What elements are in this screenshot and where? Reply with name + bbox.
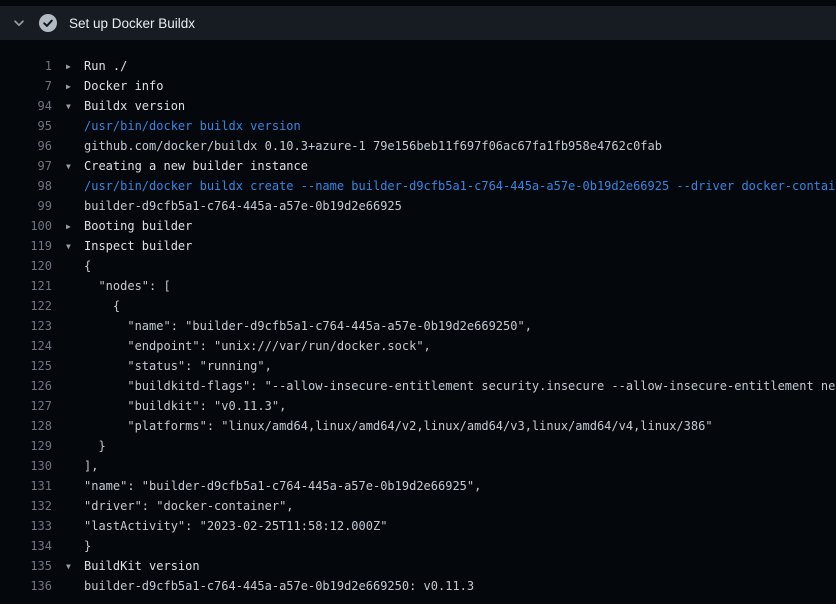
log-output-line: 134 } [0,536,836,556]
log-group-row-collapsed[interactable]: 7 ▶Docker info [0,76,836,96]
group-expanded-icon: ▼ [66,97,84,116]
line-number[interactable]: 128 [0,416,52,436]
line-text: "name": "builder-d9cfb5a1-c764-445a-a57e… [84,319,532,333]
line-text: { [84,299,120,313]
log-output-line: 126 "buildkitd-flags": "--allow-insecure… [0,376,836,396]
log-output-line: 133 "lastActivity": "2023-02-25T11:58:12… [0,516,836,536]
line-number[interactable]: 97 [0,156,52,176]
log-output-line: 128 "platforms": "linux/amd64,linux/amd6… [0,416,836,436]
check-circle-icon [39,14,57,32]
log-group-row-expanded[interactable]: 119 ▼Inspect builder [0,236,836,256]
log-viewer: 1 ▶Run ./ 7 ▶Docker info 94 ▼Buildx vers… [0,56,836,596]
line-number[interactable]: 133 [0,516,52,536]
log-output-line: 127 "buildkit": "v0.11.3", [0,396,836,416]
line-text: builder-d9cfb5a1-c764-445a-a57e-0b19d2e6… [84,579,474,593]
line-number[interactable]: 123 [0,316,52,336]
line-text: Run ./ [84,59,127,73]
log-output-line: 99 builder-d9cfb5a1-c764-445a-a57e-0b19d… [0,196,836,216]
log-output-line: 132 "driver": "docker-container", [0,496,836,516]
group-collapsed-icon: ▶ [66,57,84,76]
log-output-line: 125 "status": "running", [0,356,836,376]
line-number[interactable]: 96 [0,136,52,156]
line-number[interactable]: 94 [0,96,52,116]
group-expanded-icon: ▼ [66,157,84,176]
log-output-line: 96 github.com/docker/buildx 0.10.3+azure… [0,136,836,156]
log-group-row-expanded[interactable]: 135 ▼BuildKit version [0,556,836,576]
line-text: /usr/bin/docker buildx version [84,119,301,133]
log-group-row-collapsed[interactable]: 100 ▶Booting builder [0,216,836,236]
log-command-line: 98 /usr/bin/docker buildx create --name … [0,176,836,196]
line-text: } [84,539,91,553]
group-collapsed-icon: ▶ [66,217,84,236]
line-text: ], [84,459,98,473]
line-number[interactable]: 121 [0,276,52,296]
line-text: Booting builder [84,219,192,233]
log-group-row-collapsed[interactable]: 1 ▶Run ./ [0,56,836,76]
line-text: Creating a new builder instance [84,159,308,173]
line-text: BuildKit version [84,559,200,573]
line-text: "lastActivity": "2023-02-25T11:58:12.000… [84,519,387,533]
log-group-row-expanded[interactable]: 97 ▼Creating a new builder instance [0,156,836,176]
line-number[interactable]: 127 [0,396,52,416]
step-header[interactable]: Set up Docker Buildx [0,6,836,40]
chevron-down-icon[interactable] [12,16,26,30]
group-expanded-icon: ▼ [66,557,84,576]
log-group-row-expanded[interactable]: 94 ▼Buildx version [0,96,836,116]
log-output-line: 120 { [0,256,836,276]
group-expanded-icon: ▼ [66,237,84,256]
line-number[interactable]: 95 [0,116,52,136]
line-number[interactable]: 125 [0,356,52,376]
line-text: } [84,439,106,453]
line-text: "nodes": [ [84,279,171,293]
line-text: "buildkit": "v0.11.3", [84,399,286,413]
log-output-line: 129 } [0,436,836,456]
line-number[interactable]: 131 [0,476,52,496]
line-text: "driver": "docker-container", [84,499,294,513]
log-output-line: 122 { [0,296,836,316]
line-number[interactable]: 129 [0,436,52,456]
line-text: Docker info [84,79,163,93]
log-output-line: 131 "name": "builder-d9cfb5a1-c764-445a-… [0,476,836,496]
line-number[interactable]: 132 [0,496,52,516]
line-number[interactable]: 1 [0,56,52,76]
line-number[interactable]: 120 [0,256,52,276]
log-output-line: 121 "nodes": [ [0,276,836,296]
line-text: "status": "running", [84,359,272,373]
line-number[interactable]: 136 [0,576,52,596]
log-output-line: 123 "name": "builder-d9cfb5a1-c764-445a-… [0,316,836,336]
line-number[interactable]: 99 [0,196,52,216]
line-text: "name": "builder-d9cfb5a1-c764-445a-a57e… [84,479,481,493]
line-text: { [84,259,91,273]
log-output-line: 136 builder-d9cfb5a1-c764-445a-a57e-0b19… [0,576,836,596]
line-number[interactable]: 135 [0,556,52,576]
group-collapsed-icon: ▶ [66,77,84,96]
line-text: github.com/docker/buildx 0.10.3+azure-1 … [84,139,662,153]
line-number[interactable]: 122 [0,296,52,316]
line-number[interactable]: 119 [0,236,52,256]
line-number[interactable]: 7 [0,76,52,96]
line-text: "platforms": "linux/amd64,linux/amd64/v2… [84,419,713,433]
line-number[interactable]: 134 [0,536,52,556]
line-number[interactable]: 98 [0,176,52,196]
step-title: Set up Docker Buildx [69,16,195,31]
line-number[interactable]: 130 [0,456,52,476]
line-text: Inspect builder [84,239,192,253]
line-number[interactable]: 124 [0,336,52,356]
line-text: "buildkitd-flags": "--allow-insecure-ent… [84,379,836,393]
line-number[interactable]: 100 [0,216,52,236]
line-text: "endpoint": "unix:///var/run/docker.sock… [84,339,431,353]
log-output-line: 130 ], [0,456,836,476]
log-output-line: 124 "endpoint": "unix:///var/run/docker.… [0,336,836,356]
line-text: Buildx version [84,99,185,113]
line-text: /usr/bin/docker buildx create --name bui… [84,179,836,193]
line-text: builder-d9cfb5a1-c764-445a-a57e-0b19d2e6… [84,199,402,213]
line-number[interactable]: 126 [0,376,52,396]
log-command-line: 95 /usr/bin/docker buildx version [0,116,836,136]
